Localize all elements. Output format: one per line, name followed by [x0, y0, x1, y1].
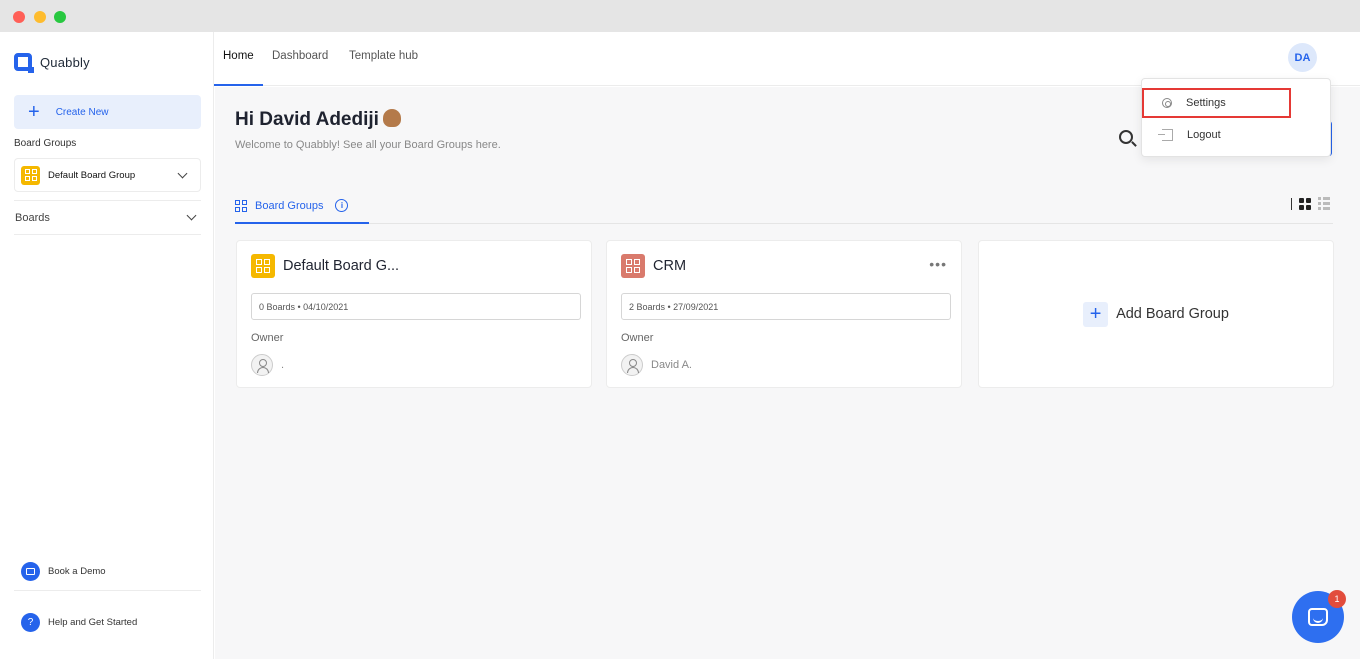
board-group-icon: [21, 165, 40, 185]
grid-icon: [235, 199, 247, 212]
active-section-indicator: [235, 222, 369, 224]
board-groups-heading: Board Groups: [14, 138, 77, 149]
chat-icon: [1308, 608, 1328, 626]
user-icon: [251, 354, 273, 376]
add-board-group-label: Add Board Group: [1116, 306, 1229, 322]
board-group-select-value: Default Board Group: [48, 169, 136, 181]
main-content: Hi David Adediji Welcome to Quabbly! See…: [215, 87, 1360, 659]
view-toggle: [1291, 197, 1330, 210]
tab-template-hub[interactable]: Template hub: [349, 50, 418, 62]
tab-board-groups[interactable]: Board Groups i: [235, 187, 349, 224]
plus-icon: +: [28, 101, 40, 123]
book-demo-label: Book a Demo: [48, 566, 106, 577]
board-group-card[interactable]: CRM ••• 2 Boards • 27/09/2021 Owner Davi…: [606, 240, 962, 388]
list-view-icon[interactable]: [1318, 197, 1330, 210]
card-meta: 2 Boards • 27/09/2021: [621, 293, 951, 320]
owner-name: .: [281, 359, 285, 371]
chevron-down-icon: [177, 168, 188, 178]
quabbly-logo-icon: [14, 53, 34, 73]
minimize-window-button[interactable]: [34, 11, 46, 23]
board-groups-tab-label: Board Groups: [255, 199, 324, 212]
create-new-label: Create New: [55, 106, 109, 118]
menu-item-label: Logout: [1187, 129, 1221, 141]
search-icon[interactable]: [1119, 130, 1133, 144]
create-new-button[interactable]: + Create New: [14, 95, 201, 129]
help-link[interactable]: ? Help and Get Started: [14, 603, 201, 641]
card-meta: 0 Boards • 04/10/2021: [251, 293, 581, 320]
tab-home[interactable]: Home: [223, 50, 254, 62]
welcome-text: Welcome to Quabbly! See all your Board G…: [235, 139, 501, 151]
user-avatar[interactable]: DA: [1288, 43, 1317, 72]
board-group-icon: [251, 254, 275, 278]
board-group-select[interactable]: Default Board Group: [14, 158, 201, 192]
app-name: Quabbly: [40, 54, 90, 70]
card-title: CRM: [653, 258, 687, 274]
app-logo[interactable]: Quabbly: [14, 53, 90, 73]
boards-collapse[interactable]: Boards: [14, 200, 201, 235]
plus-icon: +: [1083, 301, 1109, 327]
toggle-divider: [1291, 197, 1292, 210]
owner-name: David A.: [651, 359, 692, 371]
notification-badge: 1: [1328, 590, 1346, 608]
menu-item-logout[interactable]: Logout: [1142, 120, 1332, 150]
user-icon: [621, 354, 643, 376]
maximize-window-button[interactable]: [54, 11, 66, 23]
more-options-icon[interactable]: •••: [929, 257, 947, 271]
sidebar: Quabbly + Create New Board Groups Defaul…: [0, 32, 214, 659]
greeting-text: Hi David Adediji: [235, 109, 379, 130]
card-title: Default Board G...: [283, 258, 400, 274]
chevron-down-icon: [186, 210, 197, 221]
boards-label: Boards: [15, 211, 50, 224]
window-titlebar: [0, 0, 1360, 32]
greeting-heading: Hi David Adediji: [235, 109, 401, 131]
board-group-card[interactable]: Default Board G... 0 Boards • 04/10/2021…: [236, 240, 592, 388]
monitor-icon: [21, 562, 40, 581]
help-label: Help and Get Started: [48, 616, 138, 628]
logout-icon: [1158, 129, 1173, 141]
waving-hand-icon: [382, 109, 401, 127]
help-icon: ?: [21, 612, 40, 632]
section-divider: [235, 223, 1333, 224]
add-board-group-button[interactable]: + Add Board Group: [978, 240, 1334, 388]
settings-highlight-box: [1142, 88, 1291, 118]
book-demo-link[interactable]: Book a Demo: [14, 553, 201, 591]
close-window-button[interactable]: [13, 11, 25, 23]
info-icon[interactable]: i: [335, 199, 349, 212]
owner-label: Owner: [621, 332, 654, 344]
active-tab-indicator: [214, 84, 263, 86]
owner-label: Owner: [251, 332, 284, 344]
grid-view-icon[interactable]: [1299, 197, 1311, 210]
board-group-icon: [621, 254, 645, 278]
tab-dashboard[interactable]: Dashboard: [272, 50, 328, 62]
